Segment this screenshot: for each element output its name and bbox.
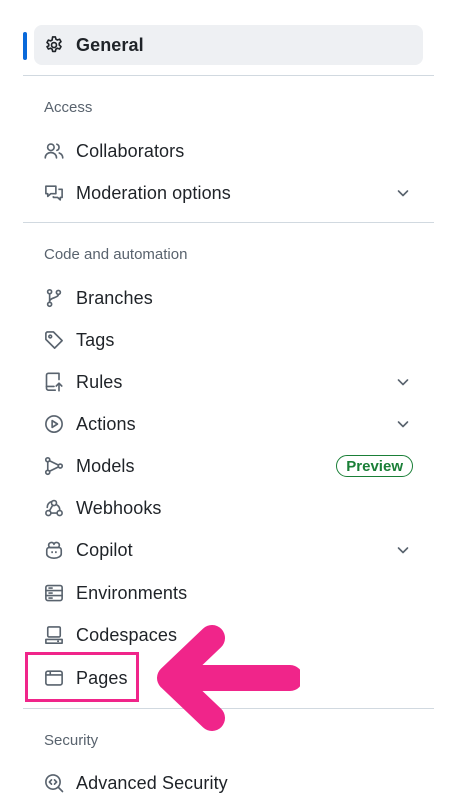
chevron-down-icon[interactable] [395, 416, 411, 432]
sidebar-item-label: Moderation options [76, 182, 231, 203]
sidebar-item-label: Actions [76, 413, 136, 434]
tag-icon [43, 329, 65, 351]
active-indicator [23, 32, 27, 60]
sidebar-item-actions[interactable]: Actions [34, 404, 423, 444]
sidebar-item-label: Environments [76, 582, 188, 603]
section-title-access: Access [44, 99, 93, 116]
sidebar-item-moderation-options[interactable]: Moderation options [34, 173, 423, 213]
webhook-icon [43, 497, 65, 519]
section-title-security: Security [44, 732, 99, 749]
sidebar-item-branches[interactable]: Branches [34, 278, 423, 318]
sidebar-item-label: Collaborators [76, 140, 185, 161]
chevron-down-icon[interactable] [395, 185, 411, 201]
sidebar-item-label: Advanced Security [76, 772, 228, 793]
sidebar-item-label: Branches [76, 287, 153, 308]
sidebar-item-models[interactable]: Models Preview [34, 446, 423, 486]
pointer-arrow-icon [157, 625, 300, 731]
sidebar-item-tags[interactable]: Tags [34, 320, 423, 360]
sidebar-item-label: Tags [76, 329, 115, 350]
sidebar-item-label: Rules [76, 371, 123, 392]
sidebar-item-rules[interactable]: Rules [34, 362, 423, 402]
section-title-code-and-automation: Code and automation [44, 246, 188, 263]
chevron-down-icon[interactable] [395, 542, 411, 558]
preview-badge: Preview [336, 455, 413, 477]
sidebar-item-label: Models [76, 455, 135, 476]
people-icon [43, 140, 65, 162]
sidebar-item-advanced-security[interactable]: Advanced Security [34, 763, 423, 803]
sidebar-item-copilot[interactable]: Copilot [34, 530, 423, 570]
sidebar-item-environments[interactable]: Environments [34, 573, 423, 613]
codescan-icon [43, 772, 65, 794]
comment-discussion-icon [43, 182, 65, 204]
sidebar-item-label: General [76, 34, 144, 55]
git-branch-icon [43, 287, 65, 309]
server-icon [43, 582, 65, 604]
divider [23, 75, 434, 76]
play-icon [43, 413, 65, 435]
codespaces-icon [43, 624, 65, 646]
sidebar-item-label: Webhooks [76, 497, 162, 518]
chevron-down-icon[interactable] [395, 374, 411, 390]
sidebar-item-collaborators[interactable]: Collaborators [34, 131, 423, 171]
gear-icon [43, 34, 65, 56]
repo-push-icon [43, 371, 65, 393]
copilot-icon [43, 539, 65, 561]
divider [23, 222, 434, 223]
sidebar-item-webhooks[interactable]: Webhooks [34, 488, 423, 528]
sidebar-item-label: Copilot [76, 539, 133, 560]
ai-model-icon [43, 455, 65, 477]
sidebar-item-general[interactable]: General [34, 25, 423, 65]
pages-highlight-box [25, 652, 139, 702]
